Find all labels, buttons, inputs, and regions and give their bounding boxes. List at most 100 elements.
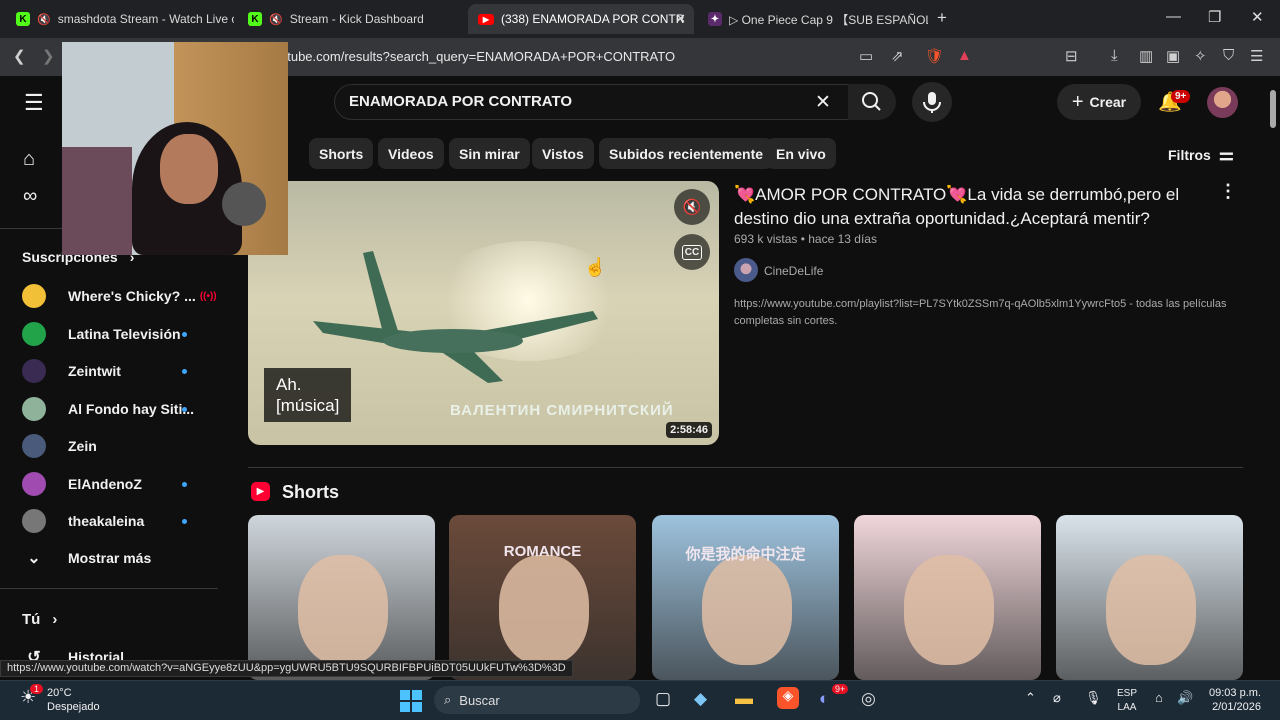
new-content-dot — [182, 482, 187, 487]
you-section-heading[interactable]: Tú › — [22, 611, 57, 628]
wallet-icon[interactable]: ▣ — [1166, 47, 1180, 65]
tab-one-piece[interactable]: ✦ ▷ One Piece Cap 9 【SUB ESPAÑOL】[ — [698, 4, 928, 34]
sidebar-subscription-item[interactable]: Zeintwit — [22, 356, 121, 386]
close-tab-icon[interactable]: ✕ — [675, 11, 686, 27]
short-thumbnail[interactable]: 你是我的命中注定 — [652, 515, 839, 680]
system-clock[interactable]: 09:03 p.m. 2/01/2026 — [1203, 686, 1261, 714]
windows-start-icon[interactable] — [400, 690, 422, 712]
sidebar-subscription-item[interactable]: Latina Televisión — [22, 319, 181, 349]
link-hover-status-bar: https://www.youtube.com/watch?v=aNGEyye8… — [0, 660, 573, 677]
close-window-icon[interactable]: ✕ — [1251, 8, 1264, 26]
chip-videos[interactable]: Videos — [378, 138, 444, 169]
short-thumbnail[interactable] — [248, 515, 435, 680]
show-more-label: Mostrar más — [68, 550, 152, 566]
chip-live[interactable]: En vivo — [766, 138, 836, 169]
home-icon[interactable]: ⌂ — [23, 148, 35, 171]
new-content-dot — [182, 332, 187, 337]
channel-avatar[interactable] — [734, 258, 758, 282]
taskbar-search-box[interactable]: ⌕ Buscar — [434, 686, 640, 714]
brave-rewards-icon[interactable]: ▲ — [957, 47, 972, 64]
minimize-icon[interactable]: — — [1166, 8, 1181, 25]
filters-button[interactable]: Filtros ⚌ — [1168, 145, 1234, 165]
mute-toggle-button[interactable]: 🔇 — [674, 189, 710, 225]
search-query-text: ENAMORADA POR CONTRATO — [349, 93, 573, 110]
you-label: Tú — [22, 611, 41, 628]
volume-icon[interactable]: 🔊 — [1177, 690, 1193, 706]
show-more-button[interactable]: ⌄ Mostrar más — [22, 543, 151, 573]
create-button[interactable]: + Crear — [1057, 84, 1141, 120]
sidebar-subscription-item[interactable]: theakaleina — [22, 506, 144, 536]
video-description-snippet: https://www.youtube.com/playlist?list=PL… — [734, 298, 1227, 327]
mouse-cursor-icon: ☝ — [584, 257, 607, 277]
taskbar-search-label: Buscar — [459, 692, 500, 708]
account-avatar[interactable] — [1207, 87, 1238, 118]
task-view-icon[interactable]: ▢ — [655, 689, 671, 709]
more-actions-icon[interactable]: ⋮ — [1219, 181, 1237, 202]
page-scrollbar[interactable] — [1270, 90, 1276, 128]
voice-search-button[interactable] — [912, 82, 952, 122]
brave-shields-icon[interactable]: 🛡 — [925, 47, 944, 65]
cast-icon[interactable]: ▭ — [859, 47, 873, 65]
clear-search-icon[interactable]: ✕ — [815, 91, 831, 114]
chip-watched[interactable]: Vistos — [532, 138, 594, 169]
tray-overflow-icon[interactable]: ⌃ — [1025, 690, 1036, 706]
new-content-dot — [182, 407, 187, 412]
tab-youtube[interactable]: ▶ (338) ENAMORADA POR CONTR ✕ — [468, 4, 694, 34]
mute-icon[interactable]: 🔇 — [269, 13, 283, 26]
leo-ai-icon[interactable]: ✧ — [1194, 47, 1207, 65]
search-button[interactable] — [848, 84, 896, 120]
shorts-nav-icon[interactable]: ∞ — [23, 185, 37, 208]
sidebar-icon[interactable]: ▥ — [1139, 47, 1153, 65]
restore-icon[interactable]: ❐ — [1208, 8, 1221, 26]
short-thumbnail[interactable] — [854, 515, 1041, 680]
channel-label: Latina Televisión — [68, 326, 181, 342]
microphone-tray-icon[interactable]: 🎙 — [1085, 690, 1102, 706]
channel-avatar — [22, 284, 46, 308]
forward-icon[interactable]: ❯ — [42, 47, 55, 65]
weather-widget[interactable]: 20°C Despejado — [47, 686, 100, 714]
brave-browser-icon[interactable]: ◈ — [777, 687, 799, 709]
tab-title: ▷ One Piece Cap 9 【SUB ESPAÑOL】[ — [729, 12, 928, 27]
download-icon[interactable]: ⤓ — [1111, 47, 1118, 64]
short-person-image — [702, 555, 792, 665]
sidebar-subscription-item[interactable]: Where's Chicky? ... ((•)) — [22, 281, 217, 311]
shorts-logo-icon: ▶ — [251, 482, 270, 501]
filters-label: Filtros — [1168, 147, 1211, 163]
share-icon[interactable]: ⇗ — [891, 47, 904, 65]
tab-kick-dashboard[interactable]: K 🔇 Stream - Kick Dashboard — [238, 4, 466, 34]
new-tab-icon[interactable]: + — [937, 8, 947, 28]
discord-icon[interactable]: ◐ — [819, 689, 829, 709]
chip-shorts[interactable]: Shorts — [309, 138, 374, 169]
sidebar-subscription-item[interactable]: ElAndenoZ — [22, 469, 142, 499]
chip-recently-uploaded[interactable]: Subidos recientemente — [599, 138, 774, 169]
sidebar-toggle-icon[interactable]: ⊟ — [1065, 47, 1078, 65]
sidebar-subscription-item[interactable]: Al Fondo hay Siti... — [22, 394, 194, 424]
obs-icon[interactable]: ◎ — [861, 689, 876, 709]
chip-unwatched[interactable]: Sin mirar — [449, 138, 530, 169]
video-thumbnail[interactable]: Ah. [música] ВАЛЕНТИН СМИРНИТСКИЙ 2:58:4… — [248, 181, 719, 445]
menu-icon[interactable]: ☰ — [1250, 47, 1263, 65]
tab-kick-stream[interactable]: K 🔇 smashdota Stream - Watch Live c — [6, 4, 234, 34]
back-icon[interactable]: ❮ — [13, 47, 26, 65]
video-captions: Ah. [música] — [264, 368, 352, 422]
hamburger-menu-icon[interactable]: ☰ — [24, 90, 44, 116]
vpn-icon[interactable]: ⛉ — [1223, 47, 1234, 64]
network-tray-icon[interactable]: ⌀ — [1053, 690, 1061, 706]
video-title-link[interactable]: 💘AMOR POR CONTRATO💘La vida se derrumbó,p… — [734, 183, 1214, 231]
short-thumbnail[interactable]: ROMANCE — [449, 515, 636, 680]
clock-time: 09:03 p.m. — [1209, 687, 1261, 699]
cc-icon: CC — [681, 244, 703, 260]
wifi-icon[interactable]: ⌂ — [1155, 690, 1163, 705]
mute-icon[interactable]: 🔇 — [37, 13, 51, 26]
sidebar-subscription-item[interactable]: Zein — [22, 431, 97, 461]
channel-name-link[interactable]: CineDeLife — [764, 264, 823, 278]
language-switcher[interactable]: ESP LAA — [1117, 687, 1137, 715]
m365-copilot-icon[interactable]: ◆ — [694, 689, 707, 709]
address-bar[interactable]: utube.com/results?search_query=ENAMORADA… — [280, 44, 840, 70]
captions-toggle-button[interactable]: CC — [674, 234, 710, 270]
plus-icon: + — [1071, 90, 1084, 113]
short-thumbnail[interactable] — [1056, 515, 1243, 680]
file-explorer-icon[interactable]: ▬ — [735, 688, 753, 709]
channel-label: ElAndenoZ — [68, 476, 142, 492]
weather-desc: Despejado — [47, 701, 100, 713]
